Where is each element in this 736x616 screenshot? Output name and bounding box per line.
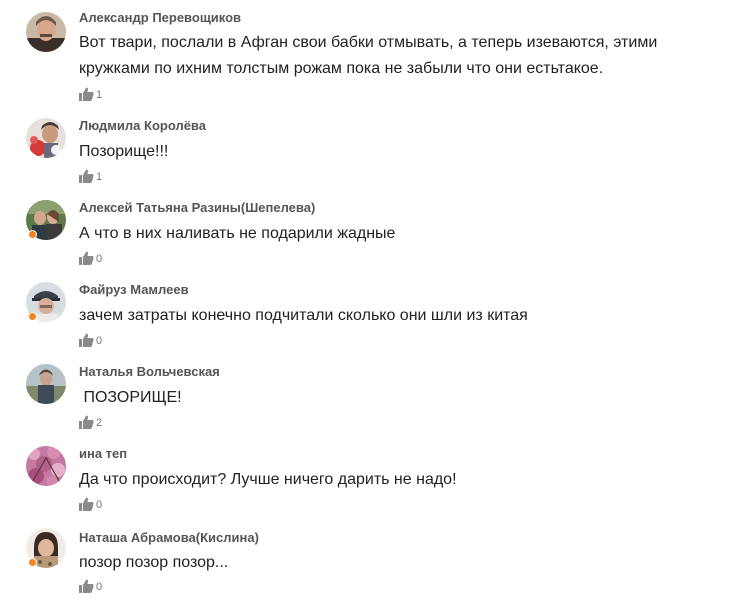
comment-author[interactable]: ина теп — [79, 446, 127, 461]
like-button[interactable]: 2 — [79, 413, 102, 429]
avatar[interactable] — [26, 364, 66, 404]
comment-text: Позорище!!! — [79, 143, 169, 160]
thumbs-up-icon — [79, 579, 94, 593]
like-button[interactable]: 0 — [79, 249, 102, 265]
like-count: 0 — [96, 253, 103, 265]
comment-item: Александр Перевощиков Вот твари, послали… — [0, 0, 736, 108]
comment-item: Наталья Вольчевская ПОЗОРИЩЕ! 2 — [0, 354, 736, 436]
comment-text: Да что происходит? Лучше ничего дарить н… — [79, 471, 457, 488]
comment-item: Файруз Мамлеев зачем затраты конечно под… — [0, 272, 736, 354]
online-status-icon — [28, 312, 37, 321]
like-count: 2 — [96, 417, 103, 429]
comment-text: А что в них наливать не подарили жадные — [79, 225, 396, 242]
like-count: 1 — [96, 89, 103, 101]
thumbs-up-icon — [79, 333, 94, 347]
avatar[interactable] — [26, 446, 66, 486]
online-status-icon — [28, 230, 37, 239]
like-count: 0 — [96, 499, 103, 511]
like-count: 1 — [96, 171, 103, 183]
avatar[interactable] — [26, 118, 66, 158]
comment-author[interactable]: Наталья Вольчевская — [79, 364, 220, 379]
online-status-icon — [28, 558, 37, 567]
comment-item: Людмила Королёва Позорище!!! 1 — [0, 108, 736, 190]
comment-text: Вот твари, послали в Афган свои бабки от… — [79, 34, 658, 77]
comment-item: Наташа Абрамова(Кислина) позор позор поз… — [0, 518, 736, 616]
thumbs-up-icon — [79, 87, 94, 101]
comment-author[interactable]: Людмила Королёва — [79, 118, 206, 133]
comment-author[interactable]: Файруз Мамлеев — [79, 282, 189, 297]
comment-item: Алексей Татьяна Разины(Шепелева) А что в… — [0, 190, 736, 272]
like-button[interactable]: 1 — [79, 85, 102, 101]
like-button[interactable]: 1 — [79, 167, 102, 183]
comment-author[interactable]: Александр Перевощиков — [79, 10, 241, 25]
like-button[interactable]: 0 — [79, 495, 102, 511]
comment-text: ПОЗОРИЩЕ! — [79, 389, 182, 406]
like-button[interactable]: 0 — [79, 331, 102, 347]
thumbs-up-icon — [79, 415, 94, 429]
like-count: 0 — [96, 335, 103, 347]
thumbs-up-icon — [79, 497, 94, 511]
thumbs-up-icon — [79, 251, 94, 265]
avatar[interactable] — [26, 12, 66, 52]
thumbs-up-icon — [79, 169, 94, 183]
like-count: 0 — [96, 581, 103, 593]
comment-item: ина теп Да что происходит? Лучше ничего … — [0, 436, 736, 518]
comment-text: зачем затраты конечно подчитали сколько … — [79, 307, 528, 324]
comment-author[interactable]: Алексей Татьяна Разины(Шепелева) — [79, 200, 315, 215]
comment-author[interactable]: Наташа Абрамова(Кислина) — [79, 530, 259, 545]
comment-text: позор позор позор... — [79, 554, 229, 571]
like-button[interactable]: 0 — [79, 577, 102, 593]
